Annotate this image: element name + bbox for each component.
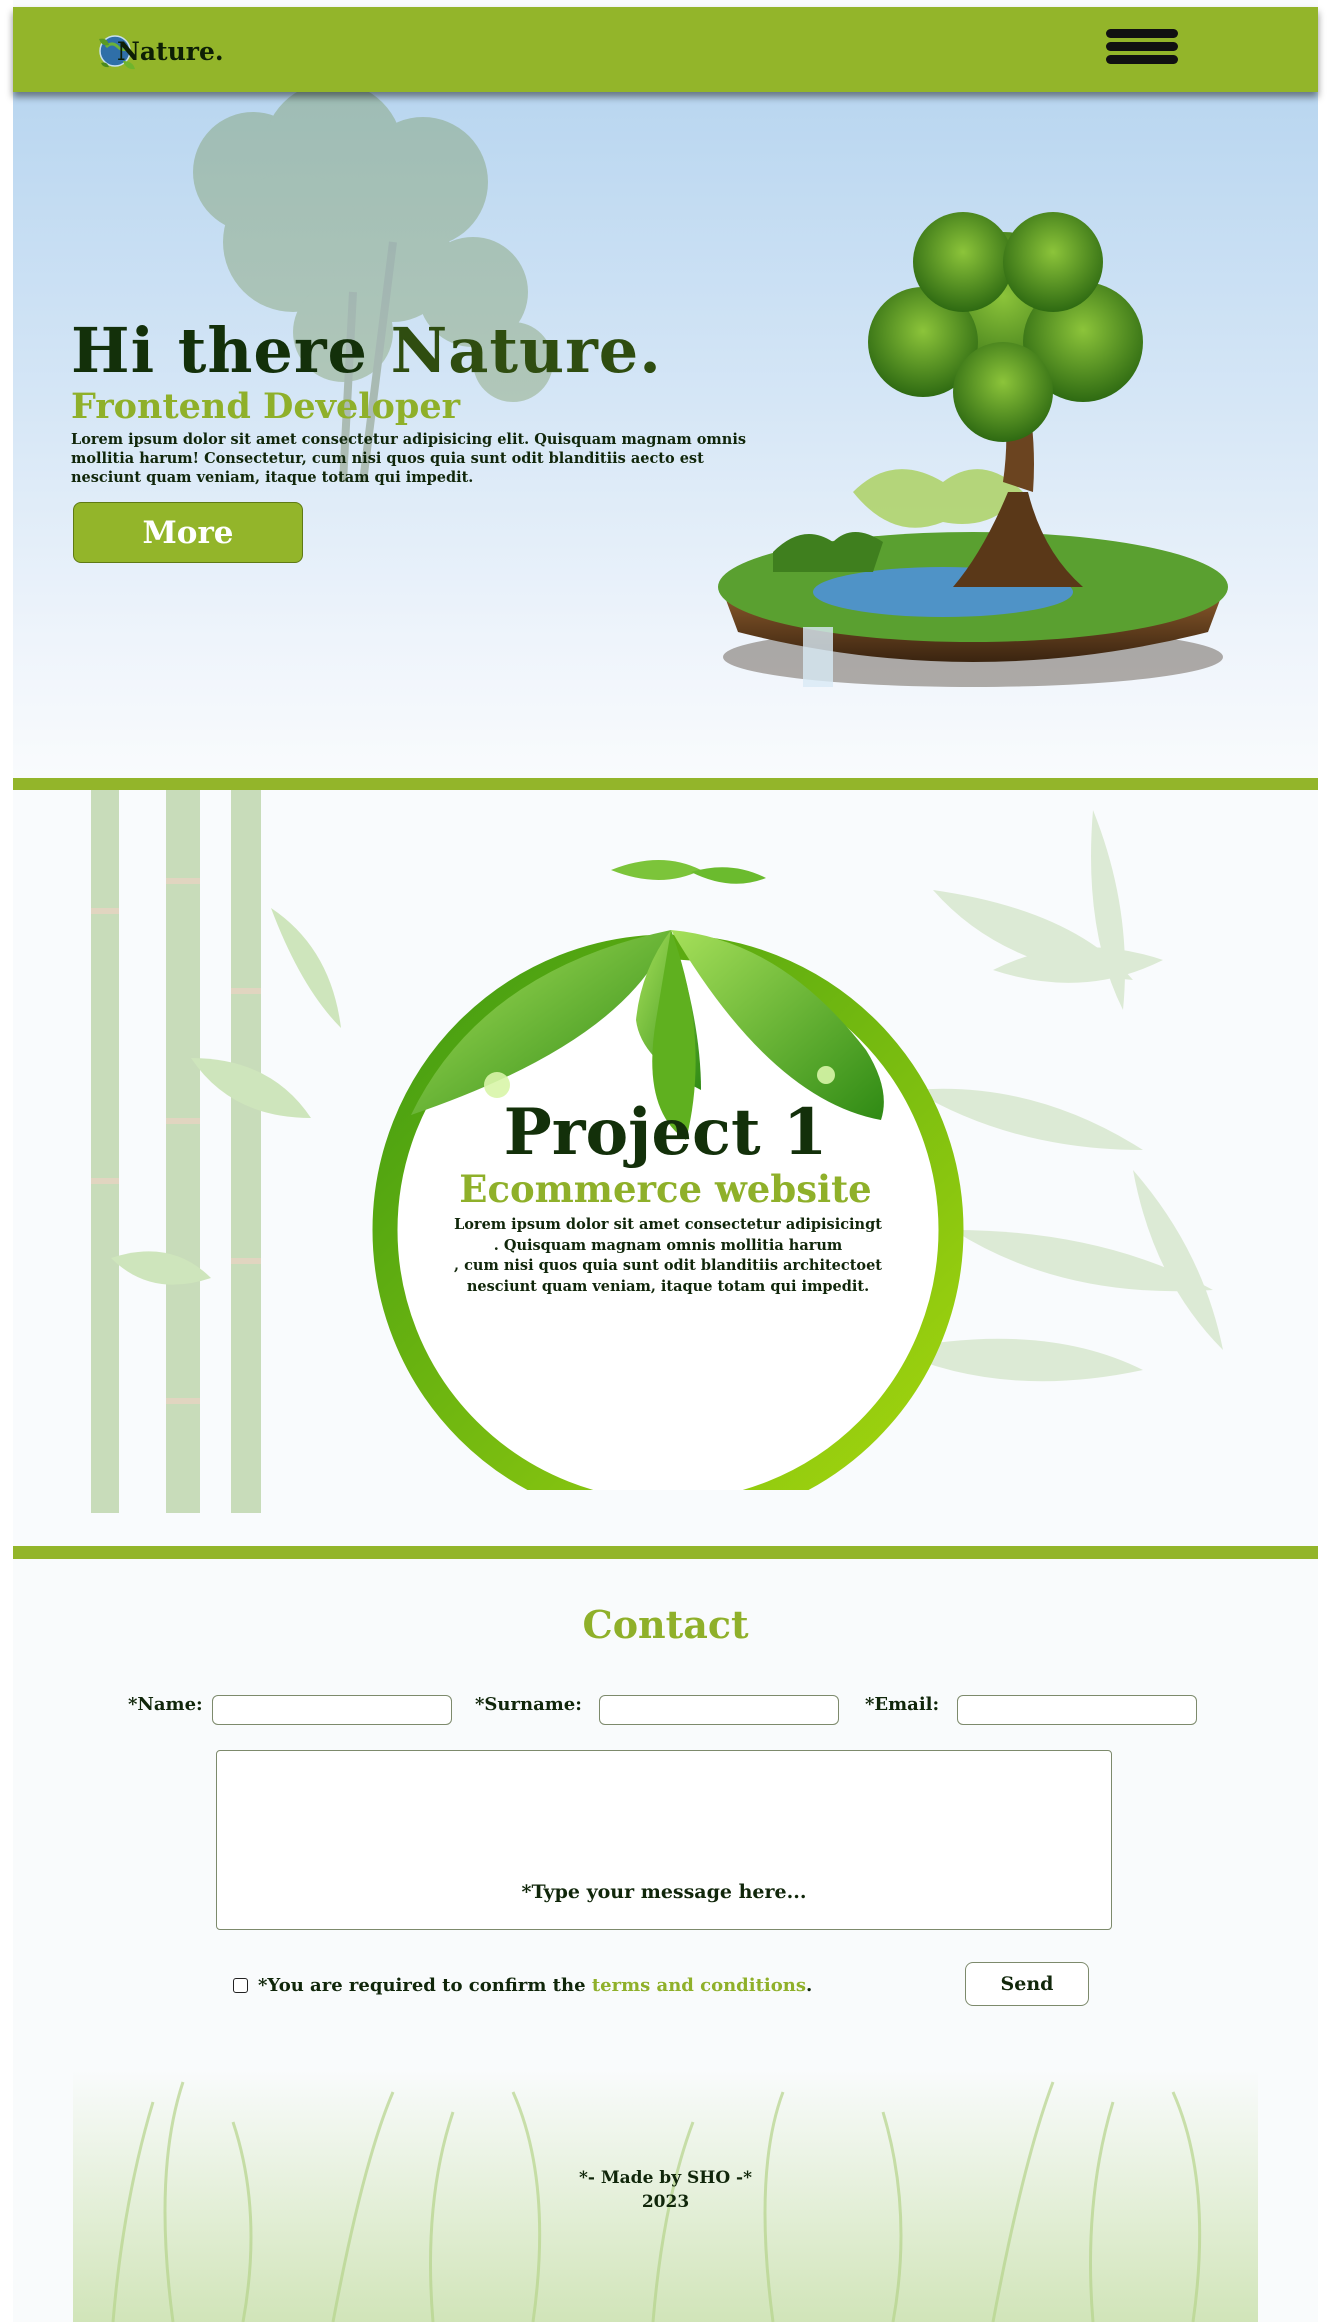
hero-title-accent: Nature. [390, 314, 662, 387]
project-description: Lorem ipsum dolor sit amet consectetur a… [423, 1215, 913, 1297]
email-label: *Email: [865, 1694, 940, 1715]
top-navbar: Nature. [13, 7, 1318, 92]
terms-text: *You are required to confirm the [258, 1975, 586, 1996]
hero-title: Hi there Nature. [71, 314, 662, 387]
surname-label: *Surname: [475, 1694, 582, 1715]
name-label: *Name: [128, 1694, 203, 1715]
terms-suffix: . [805, 1975, 813, 1996]
surname-field[interactable] [599, 1695, 839, 1725]
hero-subtitle: Frontend Developer [71, 386, 461, 427]
message-placeholder: *Type your message here... [521, 1881, 807, 1903]
logo[interactable]: Nature. [93, 25, 224, 75]
project-title: Project 1 [503, 1095, 828, 1170]
project-description-line: . Quisquam magnam omnis mollitia harum [493, 1236, 843, 1254]
terms-row: *You are required to confirm the terms a… [233, 1975, 812, 1996]
contact-title: Contact [582, 1602, 749, 1647]
contact-section: Contact *Name: *Surname: *Email: *Type y… [13, 1560, 1318, 2322]
hero-section: Hi there Nature. Frontend Developer Lore… [13, 92, 1318, 775]
page: Nature. Hi there Nature. Frontend Develo… [13, 0, 1318, 2322]
message-textarea[interactable]: *Type your message here... [216, 1750, 1112, 1930]
footer-year: 2023 [641, 2192, 690, 2212]
hero-description: Lorem ipsum dolor sit amet consectetur a… [71, 431, 746, 486]
project-description-line: Lorem ipsum dolor sit amet consectetur a… [454, 1216, 882, 1233]
project-description-line: nesciunt quam veniam, itaque totam qui i… [466, 1277, 870, 1295]
section-divider [13, 1546, 1318, 1559]
hamburger-menu-button[interactable] [1106, 29, 1180, 71]
hamburger-menu-icon [1106, 29, 1178, 38]
logo-text: Nature. [117, 37, 224, 66]
terms-link[interactable]: terms and conditions [592, 1975, 806, 1996]
footer-credit: *- Made by SHO -* [578, 2168, 752, 2188]
more-button[interactable]: More [73, 502, 303, 563]
email-field[interactable] [957, 1695, 1197, 1725]
project-subtitle: Ecommerce website [459, 1167, 872, 1211]
hero-title-part1: Hi there [71, 314, 391, 387]
send-button[interactable]: Send [965, 1962, 1089, 2006]
name-field[interactable] [212, 1695, 452, 1725]
project-section: Project 1 Ecommerce website Lorem ipsum … [13, 790, 1318, 1550]
terms-checkbox[interactable] [233, 1978, 248, 1993]
project-description-line: , cum nisi quos quia sunt odit blanditii… [454, 1257, 882, 1274]
floating-island-tree-image [718, 212, 1228, 687]
